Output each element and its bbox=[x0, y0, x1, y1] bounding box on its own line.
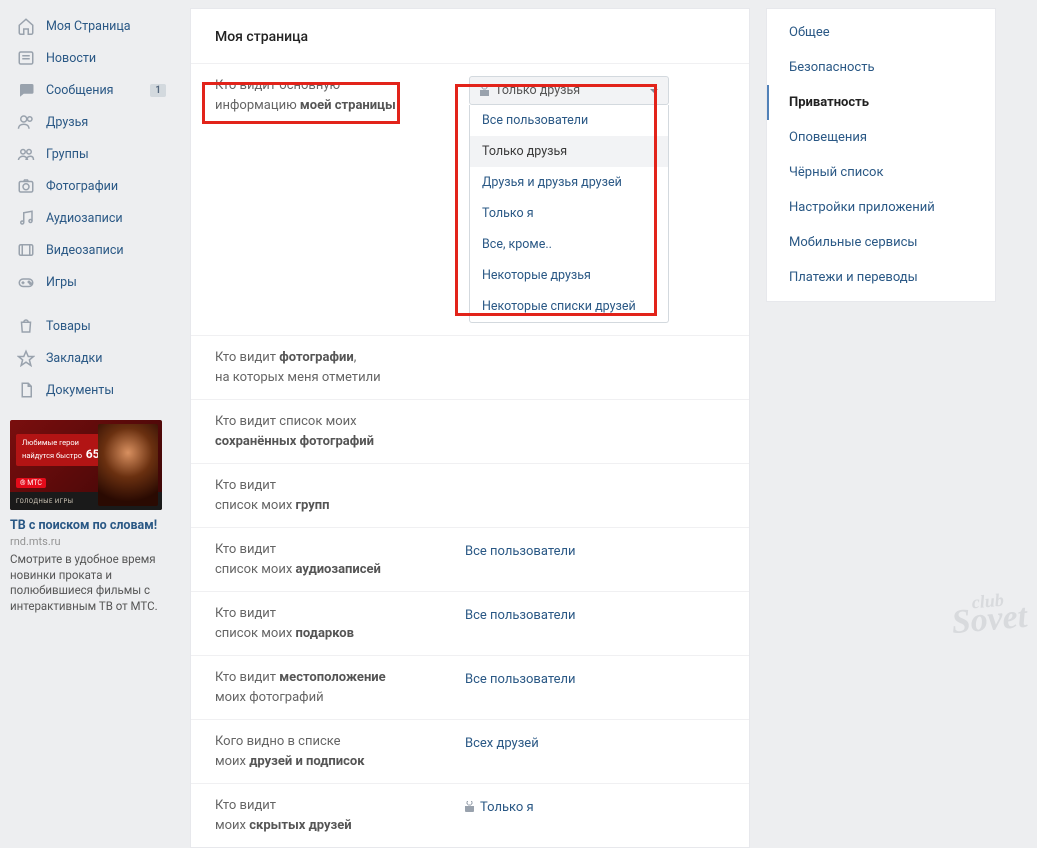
nav-label: Моя Страница bbox=[46, 19, 131, 34]
nav-item-home[interactable]: Моя Страница bbox=[10, 10, 174, 42]
nav-item-news[interactable]: Новости bbox=[10, 42, 174, 74]
row-value[interactable]: Только я bbox=[465, 796, 534, 815]
row-label: Кто видит местоположениемоих фотографий bbox=[215, 668, 465, 707]
row-label: Кто видит основнуюинформацию моей страни… bbox=[215, 76, 465, 115]
ad-bottom-band: ГОЛОДНЫЕ ИГРЫ bbox=[10, 492, 162, 510]
nav-label: Видеозаписи bbox=[46, 243, 124, 258]
home-icon bbox=[16, 16, 36, 36]
nav-label: Закладки bbox=[46, 351, 103, 366]
nav-label: Новости bbox=[46, 51, 96, 66]
settings-tab[interactable]: Мобильные сервисы bbox=[767, 225, 995, 260]
nav-label: Товары bbox=[46, 319, 91, 334]
row-label: Кто видитмоих скрытых друзей bbox=[215, 796, 465, 835]
dropdown-option[interactable]: Друзья и друзья друзей bbox=[470, 167, 668, 198]
row-label: Кто видит фотографии,на которых меня отм… bbox=[215, 348, 465, 387]
row-label: Кто видитсписок моих аудиозаписей bbox=[215, 540, 465, 579]
row-value[interactable]: Все пользователи bbox=[465, 604, 576, 623]
ad-promo-badge: Любимые герои найдутся быстро 650₽ bbox=[16, 434, 121, 466]
ad-block[interactable]: ® TV1000 Любимые герои найдутся быстро 6… bbox=[10, 420, 162, 614]
row-label: Кто видитсписок моих подарков bbox=[215, 604, 465, 643]
dropdown-option[interactable]: Только я bbox=[470, 198, 668, 229]
groups-icon bbox=[16, 144, 36, 164]
page-title: Моя страница bbox=[191, 9, 749, 63]
ad-tv1000-badge: ® TV1000 bbox=[120, 426, 156, 437]
nav-label: Аудиозаписи bbox=[46, 211, 123, 226]
settings-tab[interactable]: Приватность bbox=[767, 85, 995, 120]
dropdown-option[interactable]: Некоторые друзья bbox=[470, 260, 668, 291]
row-value[interactable]: Всех друзей bbox=[465, 732, 539, 751]
row-label: Кто видитсписок моих групп bbox=[215, 476, 465, 515]
nav-item-music[interactable]: Аудиозаписи bbox=[10, 202, 174, 234]
dropdown-option[interactable]: Все, кроме.. bbox=[470, 229, 668, 260]
privacy-row: Кто видитсписок моих подарковВсе пользов… bbox=[191, 591, 749, 655]
dropdown-list: Все пользователиТолько друзьяДрузья и др… bbox=[469, 105, 669, 323]
ad-image[interactable]: ® TV1000 Любимые герои найдутся быстро 6… bbox=[10, 420, 162, 510]
settings-tabs: ОбщееБезопасностьПриватностьОповещенияЧё… bbox=[766, 8, 996, 302]
nav-item-doc[interactable]: Документы bbox=[10, 374, 174, 406]
row-label: Кого видно в спискемоих друзей и подписо… bbox=[215, 732, 465, 771]
nav-label: Документы bbox=[46, 383, 114, 398]
privacy-row: Кто видит список моихсохранённых фотогра… bbox=[191, 399, 749, 463]
friends-icon bbox=[16, 112, 36, 132]
news-icon bbox=[16, 48, 36, 68]
settings-tab[interactable]: Оповещения bbox=[767, 120, 995, 155]
nav-item-friends[interactable]: Друзья bbox=[10, 106, 174, 138]
games-icon bbox=[16, 272, 36, 292]
left-nav: Моя Страница Новости Сообщения 1 Друзья Групп… bbox=[10, 0, 180, 848]
privacy-row: Кто видит основнуюинформацию моей страни… bbox=[191, 63, 749, 335]
nav-item-shop[interactable]: Товары bbox=[10, 310, 174, 342]
nav-label: Друзья bbox=[46, 115, 88, 130]
settings-tab[interactable]: Безопасность bbox=[767, 50, 995, 85]
chat-icon bbox=[16, 80, 36, 100]
nav-item-games[interactable]: Игры bbox=[10, 266, 174, 298]
star-icon bbox=[16, 348, 36, 368]
nav-item-chat[interactable]: Сообщения 1 bbox=[10, 74, 174, 106]
nav-item-star[interactable]: Закладки bbox=[10, 342, 174, 374]
nav-item-photo[interactable]: Фотографии bbox=[10, 170, 174, 202]
nav-item-groups[interactable]: Группы bbox=[10, 138, 174, 170]
ad-mts-badge: ® MTC bbox=[16, 478, 46, 488]
ad-domain: rnd.mts.ru bbox=[10, 535, 162, 548]
lock-icon bbox=[480, 85, 489, 96]
video-icon bbox=[16, 240, 36, 260]
settings-tab[interactable]: Платежи и переводы bbox=[767, 260, 995, 295]
ad-title[interactable]: ТВ с поиском по словам! bbox=[10, 518, 162, 533]
photo-icon bbox=[16, 176, 36, 196]
dropdown-option[interactable]: Все пользователи bbox=[470, 105, 668, 136]
shop-icon bbox=[16, 316, 36, 336]
settings-main: Моя страница Кто видит основнуюинформаци… bbox=[190, 8, 750, 848]
ad-text: Смотрите в удобное время новинки проката… bbox=[10, 552, 162, 614]
nav-label: Группы bbox=[46, 147, 89, 162]
privacy-dropdown[interactable]: Только друзьяВсе пользователиТолько друз… bbox=[469, 76, 669, 323]
nav-item-video[interactable]: Видеозаписи bbox=[10, 234, 174, 266]
row-label: Кто видит список моихсохранённых фотогра… bbox=[215, 412, 465, 451]
settings-tab[interactable]: Чёрный список bbox=[767, 155, 995, 190]
dropdown-option[interactable]: Некоторые списки друзей bbox=[470, 291, 668, 322]
dropdown-selected[interactable]: Только друзья bbox=[469, 76, 669, 105]
privacy-row: Кто видитмоих скрытых друзейТолько я bbox=[191, 783, 749, 847]
privacy-row: Кто видитсписок моих групп bbox=[191, 463, 749, 527]
dropdown-option[interactable]: Только друзья bbox=[470, 136, 668, 167]
nav-label: Игры bbox=[46, 275, 77, 290]
row-value[interactable]: Все пользователи bbox=[465, 540, 576, 559]
nav-label: Фотографии bbox=[46, 179, 118, 194]
dropdown-selected-label: Только друзья bbox=[495, 83, 580, 98]
row-value[interactable]: Все пользователи bbox=[465, 668, 576, 687]
privacy-row: Кто видит местоположениемоих фотографийВ… bbox=[191, 655, 749, 719]
chevron-down-icon bbox=[650, 89, 658, 93]
privacy-row: Кого видно в спискемоих друзей и подписо… bbox=[191, 719, 749, 783]
privacy-row: Кто видитсписок моих аудиозаписейВсе пол… bbox=[191, 527, 749, 591]
music-icon bbox=[16, 208, 36, 228]
privacy-row: Кто видит фотографии,на которых меня отм… bbox=[191, 335, 749, 399]
nav-label: Сообщения bbox=[46, 83, 114, 98]
settings-tab[interactable]: Настройки приложений bbox=[767, 190, 995, 225]
nav-badge: 1 bbox=[150, 84, 166, 97]
doc-icon bbox=[16, 380, 36, 400]
settings-tab[interactable]: Общее bbox=[767, 15, 995, 50]
